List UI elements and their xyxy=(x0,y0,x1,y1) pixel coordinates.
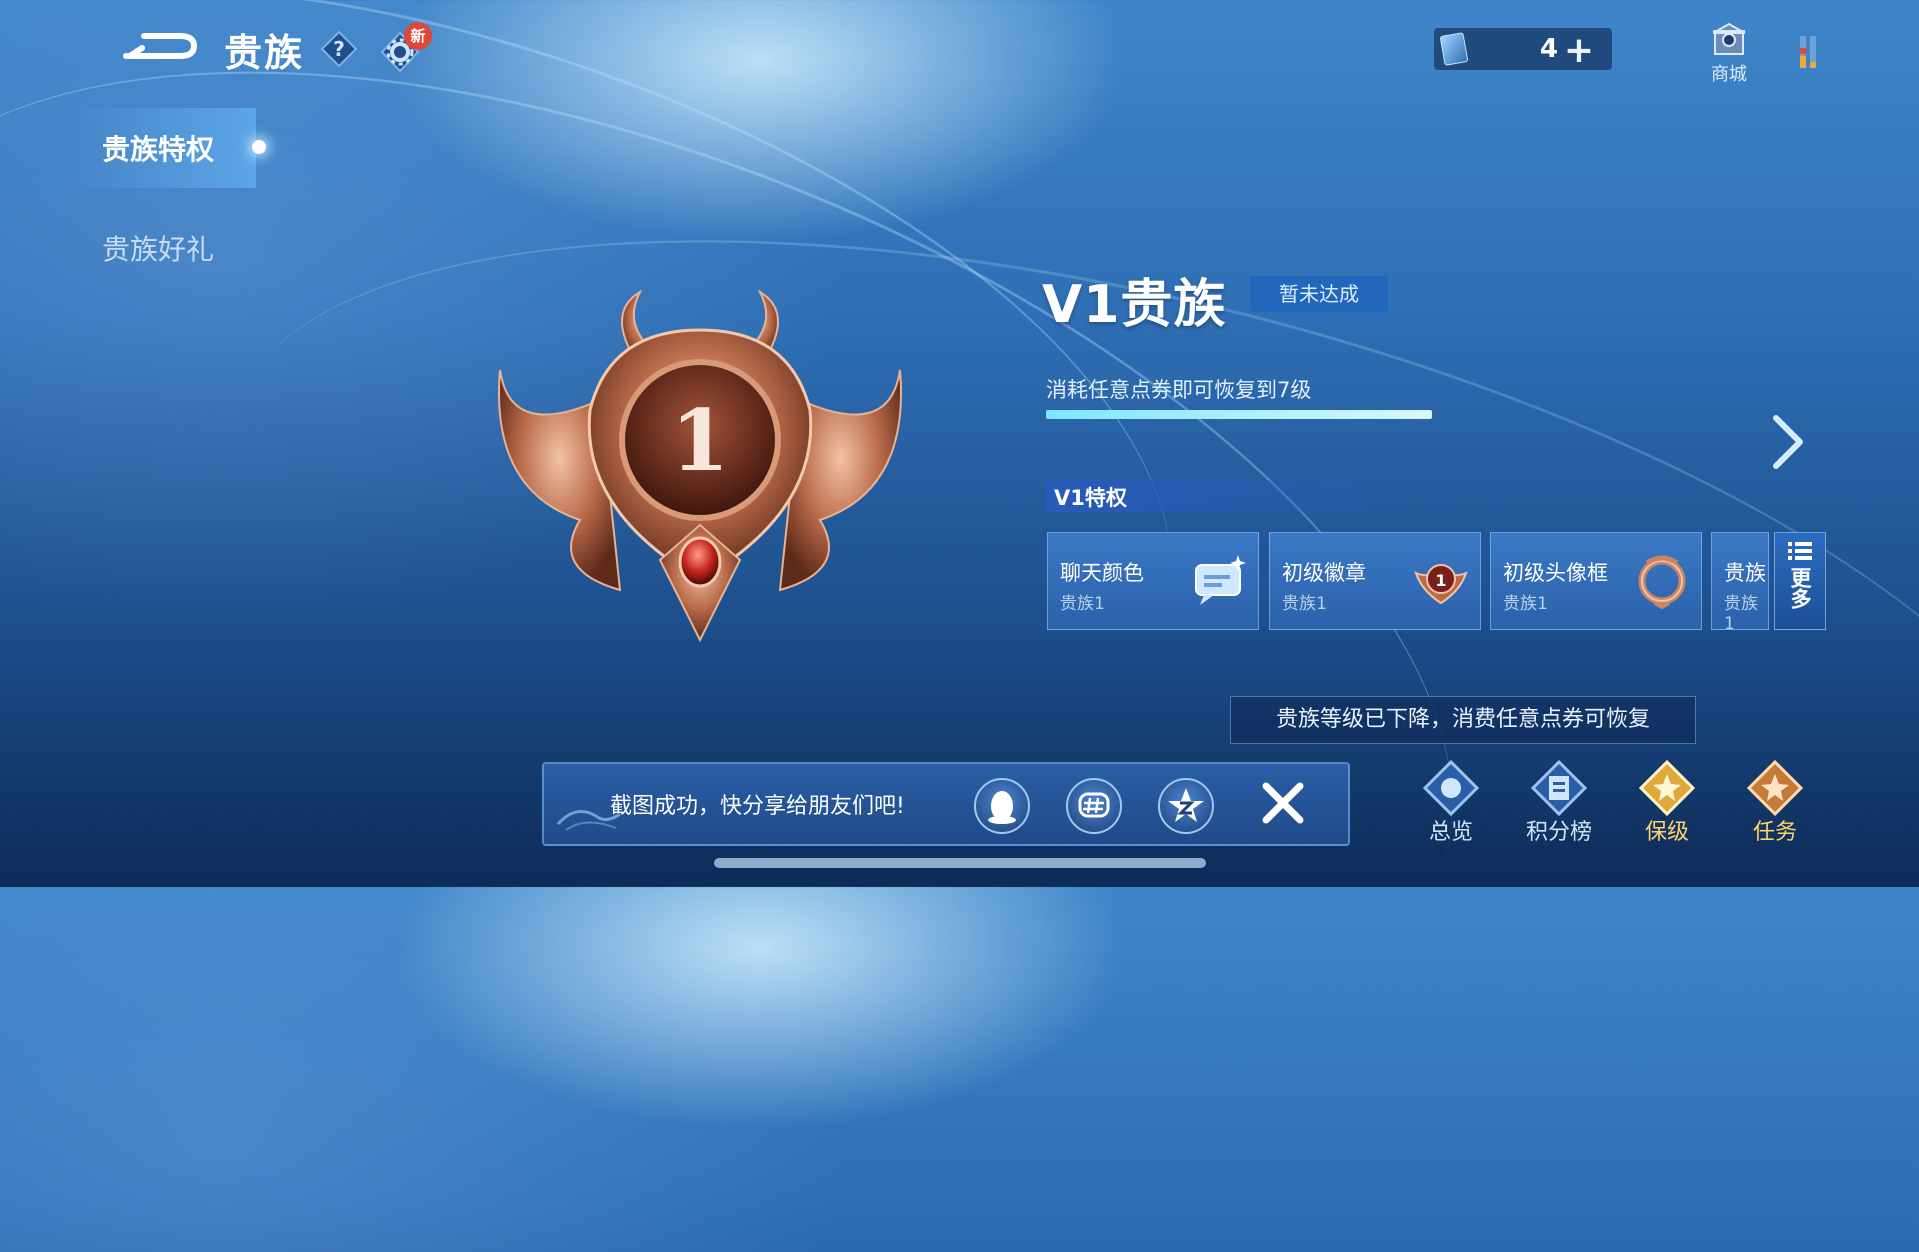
more-label: 更多 xyxy=(1788,567,1812,609)
chevron-right-icon xyxy=(1773,415,1803,469)
share-qzone-button[interactable] xyxy=(1158,778,1214,834)
privilege-requirement: 贵族1 xyxy=(1282,594,1327,614)
svg-text:1: 1 xyxy=(1435,571,1446,590)
sidebar-item-gifts[interactable]: 贵族好礼 xyxy=(102,228,214,268)
privilege-card-noble[interactable]: 贵族 贵族1 xyxy=(1711,532,1769,630)
settings-button[interactable]: 新 xyxy=(378,22,434,73)
chat-bubble-icon xyxy=(1195,555,1246,605)
downgrade-tooltip: 贵族等级已下降，消费任意点券可恢复 xyxy=(1230,696,1696,744)
signal-icon xyxy=(1798,32,1824,72)
coupon-count: 4 xyxy=(1539,34,1558,64)
back-button[interactable] xyxy=(120,26,202,70)
close-button[interactable] xyxy=(1256,776,1310,830)
status-badge: 暂未达成 xyxy=(1250,276,1388,312)
sidebar-item-privileges[interactable]: 贵族特权 xyxy=(102,128,214,168)
privilege-requirement: 贵族1 xyxy=(1724,594,1758,630)
shop-icon xyxy=(1713,22,1745,55)
add-coupon-button[interactable]: + xyxy=(1564,30,1594,71)
home-indicator[interactable] xyxy=(714,858,1206,868)
coupon-balance: 4 + xyxy=(1434,28,1612,71)
penguin-icon xyxy=(988,791,1016,824)
noble-level-emblem: 1 xyxy=(490,289,910,650)
overview-icon xyxy=(1422,759,1480,817)
progress-text: 消耗任意点券即可恢复到7级 xyxy=(1046,378,1312,402)
keep-level-icon xyxy=(1638,759,1696,817)
share-message: 截图成功，快分享给朋友们吧! xyxy=(610,794,905,819)
privilege-card-avatar-frame[interactable]: 初级头像框 贵族1 xyxy=(1490,532,1702,630)
privilege-section-title: V1特权 xyxy=(1054,486,1127,510)
nav-label: 任务 xyxy=(1752,820,1797,845)
coupon-icon xyxy=(1439,32,1469,66)
privilege-requirement: 贵族1 xyxy=(1503,594,1548,614)
nav-label: 总览 xyxy=(1428,820,1473,845)
svg-text:?: ? xyxy=(333,37,345,61)
sidebar-active-dot xyxy=(252,140,266,154)
privilege-name: 初级徽章 xyxy=(1282,561,1366,585)
privilege-name: 聊天颜色 xyxy=(1060,561,1144,585)
page-title: 贵族 xyxy=(224,31,305,75)
next-level-button[interactable] xyxy=(1770,414,1804,470)
help-button[interactable]: ? xyxy=(320,30,358,68)
privilege-card-chat-color[interactable]: 聊天颜色 贵族1 xyxy=(1047,532,1259,630)
shop-button[interactable]: 商城 xyxy=(1702,18,1756,85)
level-progress-bar xyxy=(1046,410,1432,419)
star-icon xyxy=(1168,788,1204,822)
privilege-section-header: V1特权 xyxy=(1046,480,1406,512)
privilege-name: 贵族 xyxy=(1724,561,1766,585)
privilege-requirement: 贵族1 xyxy=(1060,594,1105,614)
share-toast: 截图成功，快分享给朋友们吧! xyxy=(542,762,1350,846)
back-arrow-icon xyxy=(123,33,198,59)
help-icon: ? xyxy=(320,30,358,68)
nav-leaderboard[interactable]: 积分榜 xyxy=(1514,756,1604,856)
share-wechat-button[interactable] xyxy=(1066,778,1122,834)
avatar-frame-icon xyxy=(1638,555,1686,609)
close-icon xyxy=(1262,782,1304,824)
nav-overview[interactable]: 总览 xyxy=(1406,756,1496,856)
new-badge: 新 xyxy=(404,22,432,50)
vip-level-title: V1贵族 xyxy=(1042,275,1227,335)
progress-fill xyxy=(1046,410,1432,419)
privilege-card-badge[interactable]: 初级徽章 贵族1 1 xyxy=(1269,532,1481,630)
nav-keep-level[interactable]: 保级 xyxy=(1622,756,1712,856)
nav-label: 保级 xyxy=(1644,820,1689,845)
nav-tasks[interactable]: 任务 xyxy=(1730,756,1820,856)
emblem-level: 1 xyxy=(671,391,729,490)
tasks-icon xyxy=(1746,759,1804,817)
more-privileges-button[interactable]: 更多 xyxy=(1774,532,1826,630)
share-qq-button[interactable] xyxy=(974,778,1030,834)
leaderboard-icon xyxy=(1530,759,1588,817)
badge-icon: 1 xyxy=(1414,564,1468,605)
shop-label: 商城 xyxy=(1711,64,1747,85)
privilege-name: 初级头像框 xyxy=(1503,561,1608,585)
list-icon xyxy=(1788,542,1812,560)
nav-label: 积分榜 xyxy=(1525,820,1592,845)
hashtag-icon xyxy=(1078,792,1110,818)
